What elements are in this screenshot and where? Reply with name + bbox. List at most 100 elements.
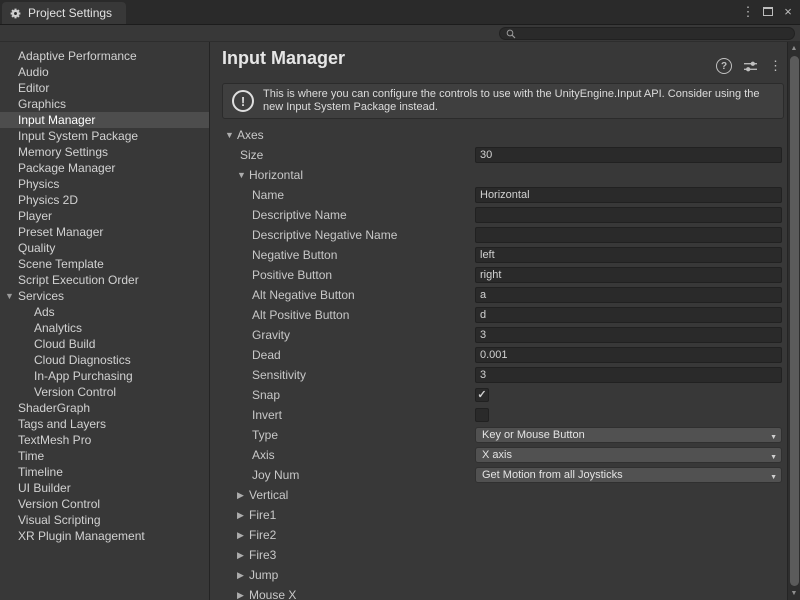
sidebar-item-label: Package Manager (18, 161, 115, 175)
property-row-dead: Dead0.001 (211, 345, 787, 365)
sidebar-item-script-execution-order[interactable]: Script Execution Order (0, 272, 209, 288)
sidebar-item-shadergraph[interactable]: ShaderGraph (0, 400, 209, 416)
text-field-alt-negative-button[interactable]: a (475, 287, 782, 303)
sidebar-item-time[interactable]: Time (0, 448, 209, 464)
window-menu-icon[interactable]: ⋮ (738, 1, 758, 23)
sidebar-item-label: Editor (18, 81, 49, 95)
vertical-scrollbar[interactable]: ▲ ▼ (787, 42, 800, 600)
property-label: Invert (252, 408, 282, 422)
sidebar-item-cloud-diagnostics[interactable]: Cloud Diagnostics (0, 352, 209, 368)
foldout-arrow-icon[interactable]: ▶ (237, 550, 249, 561)
more-menu-icon[interactable]: ⋮ (769, 59, 782, 73)
property-row-alt-positive-button: Alt Positive Button d (211, 305, 787, 325)
text-field-positive-button[interactable]: right (475, 267, 782, 283)
gear-icon (9, 7, 22, 20)
sidebar-item-analytics[interactable]: Analytics (0, 320, 209, 336)
property-row-snap: Snap ✓ (211, 385, 787, 405)
window-tab-project-settings[interactable]: Project Settings (2, 2, 126, 24)
sidebar-item-services[interactable]: ▼Services (0, 288, 209, 304)
property-label: Type (252, 428, 278, 442)
text-field-name[interactable]: Horizontal (475, 187, 782, 203)
text-field-gravity[interactable]: 3 (475, 327, 782, 343)
search-box[interactable] (499, 27, 795, 40)
sidebar-item-label: Input Manager (18, 113, 95, 127)
text-field-descriptive-name[interactable] (475, 207, 782, 223)
property-row-alt-negative-button: Alt Negative Buttona (211, 285, 787, 305)
dropdown-axis[interactable]: X axis▼ (475, 447, 782, 463)
search-input[interactable] (520, 28, 788, 40)
scrollbar-thumb[interactable] (790, 56, 799, 586)
sidebar-item-label: Cloud Build (34, 337, 95, 351)
sidebar-item-in-app-purchasing[interactable]: In-App Purchasing (0, 368, 209, 384)
property-row-size: Size 30 (211, 145, 787, 165)
foldout-arrow-icon[interactable]: ▼ (237, 170, 249, 180)
foldout-arrow-icon[interactable]: ▶ (237, 590, 249, 600)
sidebar-item-input-manager[interactable]: Input Manager (0, 112, 209, 128)
foldout-arrow-icon[interactable]: ▶ (237, 490, 249, 501)
property-label: Fire1 (249, 508, 276, 522)
sidebar-item-memory-settings[interactable]: Memory Settings (0, 144, 209, 160)
sidebar-item-physics[interactable]: Physics (0, 176, 209, 192)
sidebar-item-version-control[interactable]: Version Control (0, 496, 209, 512)
property-label: Size (240, 148, 263, 162)
sidebar-item-player[interactable]: Player (0, 208, 209, 224)
sidebar-item-cloud-build[interactable]: Cloud Build (0, 336, 209, 352)
foldout-arrow-icon[interactable]: ▶ (237, 510, 249, 521)
sidebar-item-package-manager[interactable]: Package Manager (0, 160, 209, 176)
sidebar-item-visual-scripting[interactable]: Visual Scripting (0, 512, 209, 528)
property-label: Alt Positive Button (252, 308, 349, 322)
sidebar-item-preset-manager[interactable]: Preset Manager (0, 224, 209, 240)
help-icon[interactable]: ? (716, 58, 732, 74)
dropdown-type[interactable]: Key or Mouse Button▼ (475, 427, 782, 443)
foldout-arrow-icon[interactable]: ▼ (225, 130, 237, 140)
property-label: Axes (237, 128, 264, 142)
sidebar-item-xr-plugin-management[interactable]: XR Plugin Management (0, 528, 209, 544)
checkbox-snap[interactable]: ✓ (475, 388, 489, 402)
checkbox-invert[interactable] (475, 408, 489, 422)
sidebar-item-ui-builder[interactable]: UI Builder (0, 480, 209, 496)
text-field-negative-button[interactable]: left (475, 247, 782, 263)
sidebar-item-label: Visual Scripting (18, 513, 101, 527)
foldout-arrow-icon[interactable]: ▶ (237, 530, 249, 541)
text-field-sensitivity[interactable]: 3 (475, 367, 782, 383)
scroll-down-icon[interactable]: ▼ (788, 587, 800, 600)
scroll-up-icon[interactable]: ▲ (788, 42, 800, 55)
dropdown-joy-num[interactable]: Get Motion from all Joysticks▼ (475, 467, 782, 483)
sidebar-item-textmesh-pro[interactable]: TextMesh Pro (0, 432, 209, 448)
property-label: Snap (252, 388, 280, 402)
property-row-vertical: ▶Vertical (211, 485, 787, 505)
foldout-arrow-icon[interactable]: ▼ (5, 291, 18, 301)
sidebar-item-label: Adaptive Performance (18, 49, 137, 63)
sidebar-item-label: Input System Package (18, 129, 138, 143)
settings-sidebar: Adaptive PerformanceAudioEditorGraphicsI… (0, 42, 210, 600)
property-row-horizontal: ▼Horizontal (211, 165, 787, 185)
sidebar-item-tags-and-layers[interactable]: Tags and Layers (0, 416, 209, 432)
foldout-arrow-icon[interactable]: ▶ (237, 570, 249, 581)
sidebar-item-timeline[interactable]: Timeline (0, 464, 209, 480)
sidebar-item-version-control[interactable]: Version Control (0, 384, 209, 400)
property-label: Gravity (252, 328, 290, 342)
property-label: Fire3 (249, 548, 276, 562)
maximize-icon[interactable] (758, 1, 778, 23)
sidebar-item-editor[interactable]: Editor (0, 80, 209, 96)
preset-icon[interactable] (743, 60, 758, 73)
property-row-axis: AxisX axis▼ (211, 445, 787, 465)
text-field-descriptive-negative-name[interactable] (475, 227, 782, 243)
text-field-dead[interactable]: 0.001 (475, 347, 782, 363)
close-icon[interactable]: × (778, 1, 798, 23)
property-label: Descriptive Negative Name (252, 228, 397, 242)
sidebar-item-adaptive-performance[interactable]: Adaptive Performance (0, 48, 209, 64)
text-field-size[interactable]: 30 (475, 147, 782, 163)
sidebar-item-graphics[interactable]: Graphics (0, 96, 209, 112)
dropdown-arrow-icon: ▼ (770, 451, 777, 463)
help-text: This is where you can configure the cont… (263, 88, 774, 114)
sidebar-item-quality[interactable]: Quality (0, 240, 209, 256)
property-row-descriptive-negative-name: Descriptive Negative Name (211, 225, 787, 245)
sidebar-item-audio[interactable]: Audio (0, 64, 209, 80)
text-field-alt-positive-button[interactable]: d (475, 307, 782, 323)
property-row-positive-button: Positive Buttonright (211, 265, 787, 285)
sidebar-item-physics-2d[interactable]: Physics 2D (0, 192, 209, 208)
sidebar-item-scene-template[interactable]: Scene Template (0, 256, 209, 272)
sidebar-item-input-system-package[interactable]: Input System Package (0, 128, 209, 144)
sidebar-item-ads[interactable]: Ads (0, 304, 209, 320)
